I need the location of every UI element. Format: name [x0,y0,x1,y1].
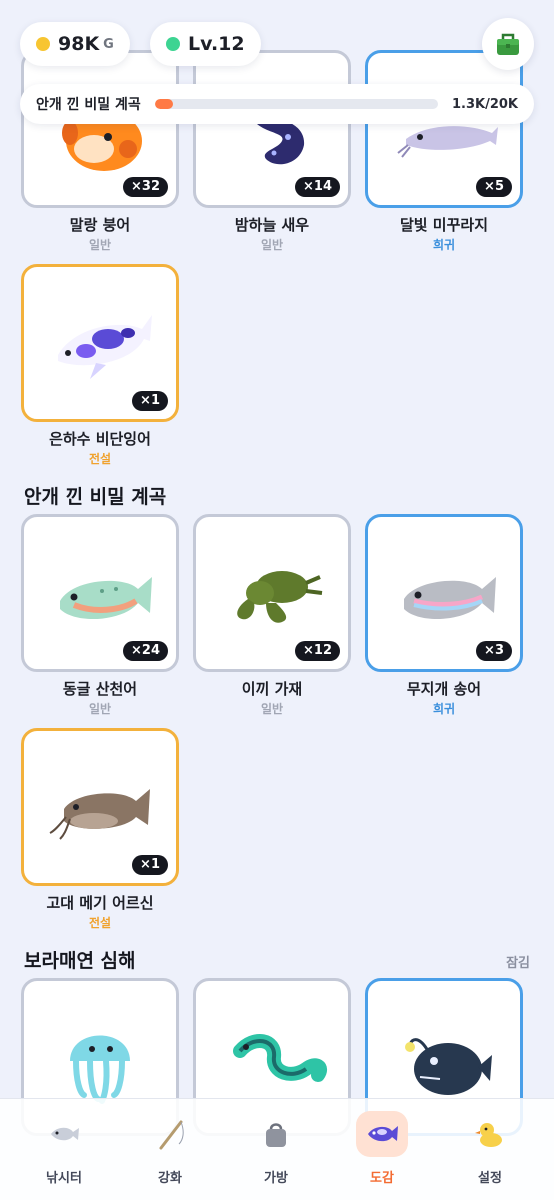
bottom-nav: 낚시터 강화 가방 도감 설정 [0,1098,554,1200]
section-title: 보라매연 심해 [24,950,136,972]
fish-rarity: 일반 [88,702,112,716]
fish-name: 말랑 붕어 [69,216,131,234]
fish-card[interactable]: ×12 [193,514,351,672]
progress-fill [154,99,174,109]
catch-count: ×5 [476,177,512,197]
nav-item-fishing-spot[interactable]: 낚시터 [34,1111,94,1187]
fish-card[interactable]: ×1 [21,728,179,886]
catch-count: ×32 [123,177,168,197]
player-level: Lv.12 [150,22,261,66]
fish-rarity: 전설 [88,916,112,930]
area-progress-label: 안개 낀 비밀 계곡 [36,97,141,113]
tackle-box-button[interactable] [482,18,534,70]
gold-unit: G [103,36,114,52]
nav-label: 낚시터 [46,1171,82,1186]
nav-label: 설정 [478,1171,502,1186]
fish-card[interactable]: ×24 [21,514,179,672]
fish-rarity: 일반 [260,702,284,716]
fish-name: 은하수 비단잉어 [49,430,151,448]
fish-card[interactable]: ×14 [193,50,351,208]
nav-item-encyclopedia[interactable]: 도감 [352,1111,412,1187]
catch-count: ×24 [123,641,168,661]
fish-rarity: 전설 [88,452,112,466]
catch-count: ×14 [295,177,340,197]
collection-scroll-area[interactable]: ×32 말랑 붕어 일반 ×14 밤하늘 새우 일반 ×5 달빛 미꾸라지 희귀 [0,0,554,1200]
nav-label: 가방 [264,1171,288,1186]
fish-rarity: 희귀 [432,238,456,252]
fish-rarity: 일반 [260,238,284,252]
nav-label: 도감 [370,1171,394,1186]
section-title: 안개 낀 비밀 계곡 [24,486,167,508]
fishing-rod-icon [144,1111,196,1157]
fish-rarity: 희귀 [432,702,456,716]
catch-count: ×1 [132,855,168,875]
coin-icon [36,37,50,51]
locked-badge: 잠김 [506,956,530,971]
fish-card[interactable]: ×3 [365,514,523,672]
fish-card[interactable]: ×32 [21,50,179,208]
fish-name: 이끼 가재 [241,680,303,698]
progress-track [154,99,438,109]
gold-balance: 98K G [20,22,130,66]
encyclopedia-fish-icon [356,1111,408,1157]
gold-value: 98K [58,33,100,55]
fish-name: 고대 메기 어르신 [46,894,154,912]
fish-name: 달빛 미꾸라지 [399,216,489,234]
nav-item-bag[interactable]: 가방 [246,1111,306,1187]
fish-name: 밤하늘 새우 [234,216,310,234]
nav-label: 강화 [158,1171,182,1186]
level-value: Lv.12 [188,33,245,55]
bag-icon [250,1111,302,1157]
duck-icon [464,1111,516,1157]
nav-item-upgrade[interactable]: 강화 [140,1111,200,1187]
catch-count: ×12 [295,641,340,661]
fish-name: 무지개 송어 [406,680,482,698]
fish-card[interactable]: ×1 [21,264,179,422]
green-tackle-box-icon [497,33,519,55]
catch-count: ×1 [132,391,168,411]
catch-count: ×3 [476,641,512,661]
fish-name: 동글 산천어 [62,680,138,698]
area-progress-text: 1.3K/20K [451,96,518,112]
fish-icon [38,1111,90,1157]
fish-rarity: 일반 [88,238,112,252]
fish-card[interactable]: ×5 [365,50,523,208]
nav-item-settings[interactable]: 설정 [460,1111,520,1187]
area-progress-bar: 안개 낀 비밀 계곡 1.3K/20K [20,84,534,124]
level-dot-icon [166,37,180,51]
